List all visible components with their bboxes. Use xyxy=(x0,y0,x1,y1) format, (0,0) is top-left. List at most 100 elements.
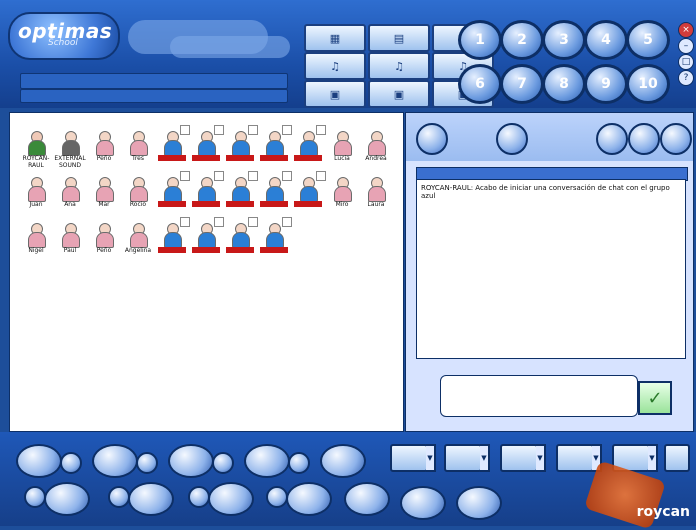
user-icon xyxy=(164,177,182,202)
user-icon xyxy=(334,177,352,202)
group-small-button[interactable] xyxy=(108,486,130,508)
bottom-tool-button[interactable] xyxy=(556,444,594,472)
number-button-10[interactable]: 10 xyxy=(626,64,670,104)
bottom-tool-button[interactable] xyxy=(390,444,428,472)
send-button[interactable]: ✓ xyxy=(638,381,672,415)
group-button[interactable] xyxy=(400,486,446,520)
user-icon xyxy=(198,131,216,156)
dropdown-caret[interactable]: ▼ xyxy=(480,444,490,472)
dropdown-caret[interactable]: ▼ xyxy=(426,444,436,472)
decorative-cloud xyxy=(170,36,290,58)
user-active-bar xyxy=(158,247,186,253)
chat-message: ROYCAN-RAUL: Acabo de iniciar una conver… xyxy=(421,184,670,200)
user-icon xyxy=(62,223,80,248)
user-body-icon xyxy=(266,186,284,202)
user-body-icon xyxy=(300,140,318,156)
group-button[interactable] xyxy=(456,486,502,520)
user-active-bar xyxy=(260,247,288,253)
restore-icon[interactable]: □ xyxy=(678,54,694,70)
user-active-bar xyxy=(226,155,254,161)
group-small-button[interactable] xyxy=(212,452,234,474)
user-icon xyxy=(96,223,114,248)
user-icon xyxy=(96,177,114,202)
user-body-icon xyxy=(368,186,386,202)
user-body-icon xyxy=(130,186,148,202)
number-button-9[interactable]: 9 xyxy=(584,64,628,104)
chat-panel: ROYCAN-RAUL: Acabo de iniciar una conver… xyxy=(405,112,694,432)
tool-button-2[interactable]: ▤ xyxy=(368,24,430,52)
user-body-icon xyxy=(96,186,114,202)
tool-button-4[interactable]: ♫ xyxy=(304,52,366,80)
tool-button-5[interactable]: ♫ xyxy=(368,52,430,80)
help-icon[interactable]: ? xyxy=(678,70,694,86)
user-active-bar xyxy=(158,201,186,207)
user-icon xyxy=(232,177,250,202)
group-small-button[interactable] xyxy=(136,452,158,474)
bottom-tool-button[interactable] xyxy=(444,444,482,472)
user-icon xyxy=(368,177,386,202)
user-avatar[interactable] xyxy=(254,217,294,273)
status-bar xyxy=(20,89,288,103)
tool-button-7[interactable]: ▣ xyxy=(304,80,366,108)
chat-tool-button[interactable] xyxy=(628,123,660,155)
user-body-icon xyxy=(62,232,80,248)
group-button[interactable] xyxy=(320,444,366,478)
group-button[interactable] xyxy=(128,482,174,516)
group-button[interactable] xyxy=(168,444,214,478)
chat-tool-button[interactable] xyxy=(496,123,528,155)
user-icon xyxy=(62,177,80,202)
group-small-button[interactable] xyxy=(188,486,210,508)
number-button-6[interactable]: 6 xyxy=(458,64,502,104)
number-button-7[interactable]: 7 xyxy=(500,64,544,104)
number-button-4[interactable]: 4 xyxy=(584,20,628,60)
group-small-button[interactable] xyxy=(288,452,310,474)
logo-subtext: School xyxy=(48,38,78,48)
user-icon xyxy=(266,223,284,248)
user-body-icon xyxy=(232,140,250,156)
user-icon xyxy=(300,177,318,202)
group-small-button[interactable] xyxy=(60,452,82,474)
user-active-bar xyxy=(192,155,220,161)
number-button-8[interactable]: 8 xyxy=(542,64,586,104)
group-button[interactable] xyxy=(286,482,332,516)
user-body-icon xyxy=(62,140,80,156)
user-icon xyxy=(300,131,318,156)
number-button-3[interactable]: 3 xyxy=(542,20,586,60)
dropdown-caret[interactable]: ▼ xyxy=(536,444,546,472)
chat-tool-button[interactable] xyxy=(416,123,448,155)
dropdown-caret[interactable]: ▼ xyxy=(648,444,658,472)
user-icon xyxy=(368,131,386,156)
tool-button-1[interactable]: ▦ xyxy=(304,24,366,52)
group-button[interactable] xyxy=(344,482,390,516)
user-body-icon xyxy=(130,232,148,248)
user-avatar[interactable]: Laura xyxy=(356,171,396,227)
user-active-bar xyxy=(158,155,186,161)
chat-tool-button[interactable] xyxy=(596,123,628,155)
group-button[interactable] xyxy=(208,482,254,516)
chat-tool-button[interactable] xyxy=(660,123,692,155)
bottom-tool-button[interactable] xyxy=(664,444,690,472)
user-body-icon xyxy=(232,186,250,202)
group-button[interactable] xyxy=(244,444,290,478)
group-small-button[interactable] xyxy=(266,486,288,508)
group-button[interactable] xyxy=(16,444,62,478)
tool-button-8[interactable]: ▣ xyxy=(368,80,430,108)
user-icon xyxy=(198,177,216,202)
user-body-icon xyxy=(198,140,216,156)
user-icon xyxy=(28,177,46,202)
user-body-icon xyxy=(164,232,182,248)
group-small-button[interactable] xyxy=(24,486,46,508)
message-input[interactable] xyxy=(440,375,638,417)
user-label: Laura xyxy=(367,201,385,208)
number-button-1[interactable]: 1 xyxy=(458,20,502,60)
minimize-icon[interactable]: – xyxy=(678,38,694,54)
brand-text: roycan xyxy=(636,504,690,520)
close-icon[interactable]: × xyxy=(678,22,694,38)
number-button-5[interactable]: 5 xyxy=(626,20,670,60)
bottom-tool-button[interactable] xyxy=(500,444,538,472)
number-button-2[interactable]: 2 xyxy=(500,20,544,60)
user-icon xyxy=(232,223,250,248)
group-button[interactable] xyxy=(92,444,138,478)
group-button[interactable] xyxy=(44,482,90,516)
user-active-bar xyxy=(226,201,254,207)
